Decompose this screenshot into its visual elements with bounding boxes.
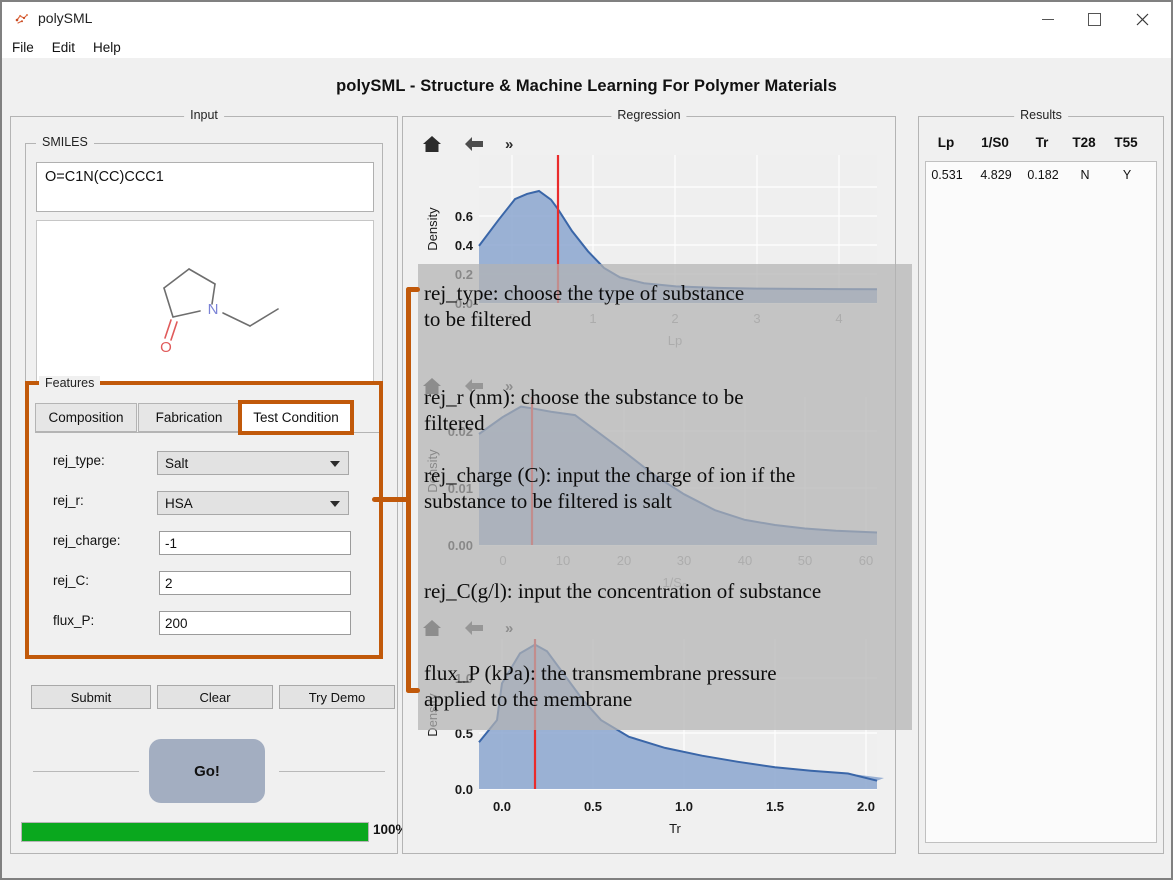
tab-fabrication[interactable]: Fabrication xyxy=(138,403,240,432)
results-panel-title: Results xyxy=(1014,108,1068,122)
flux-p-input[interactable]: 200 xyxy=(159,611,351,635)
submit-button[interactable]: Submit xyxy=(31,685,151,709)
svg-text:1.0: 1.0 xyxy=(675,799,693,814)
rej-type-value: Salt xyxy=(165,455,189,471)
svg-text:0.0: 0.0 xyxy=(455,782,473,797)
minimize-icon xyxy=(1042,18,1054,20)
svg-text:Density: Density xyxy=(425,207,440,251)
go-button[interactable]: Go! xyxy=(149,739,265,803)
tooltip-line-1: rej_type: choose the type of substance xyxy=(424,281,745,305)
cell-inv-s0: 4.829 xyxy=(980,168,1012,182)
clear-button[interactable]: Clear xyxy=(157,685,273,709)
menu-bar: File Edit Help xyxy=(2,36,1171,58)
title-bar: polySML xyxy=(2,2,1171,36)
cell-lp: 0.531 xyxy=(931,168,963,182)
field-row-rej-c: rej_C: 2 xyxy=(53,571,353,595)
rej-charge-input[interactable]: -1 xyxy=(159,531,351,555)
divider-left xyxy=(33,771,139,772)
results-header-row: Lp 1/S0 Tr T28 T55 xyxy=(919,135,1163,159)
tooltip-line-4: filtered xyxy=(424,411,485,435)
cell-t28: N xyxy=(1080,168,1090,182)
callout-bracket-vertical xyxy=(406,287,411,693)
regression-panel-title: Regression xyxy=(611,108,687,122)
callout-bracket-stem xyxy=(372,497,410,502)
field-row-rej-charge: rej_charge: -1 xyxy=(53,531,353,555)
features-group: Features Composition Fabrication Test Co… xyxy=(25,376,383,659)
svg-text:Tr: Tr xyxy=(669,821,681,836)
rej-r-label: rej_r: xyxy=(53,493,84,508)
field-row-rej-r: rej_r: HSA xyxy=(53,491,353,515)
svg-text:0.4: 0.4 xyxy=(455,238,474,253)
rej-c-input[interactable]: 2 xyxy=(159,571,351,595)
tooltip-line-2: to be filtered xyxy=(424,307,532,331)
svg-text:0.0: 0.0 xyxy=(493,799,511,814)
rej-c-label: rej_C: xyxy=(53,573,90,588)
tooltip-line-7: rej_C(g/l): input the concentration of s… xyxy=(424,579,822,603)
svg-text:N: N xyxy=(208,301,219,318)
tooltip-line-3: rej_r (nm): choose the substance to be xyxy=(424,385,744,409)
application-window: polySML File Edit Help polySML - Structu… xyxy=(0,0,1173,880)
rej-type-select[interactable]: Salt xyxy=(157,451,349,475)
close-button[interactable] xyxy=(1119,2,1165,36)
page-title: polySML - Structure & Machine Learning F… xyxy=(336,76,837,95)
results-col-lp: Lp xyxy=(937,135,955,150)
minimize-button[interactable] xyxy=(1025,2,1071,36)
tab-test-condition-highlight xyxy=(238,400,354,435)
chevron-down-icon xyxy=(330,461,340,467)
app-header: polySML - Structure & Machine Learning F… xyxy=(8,64,1165,108)
results-table: 0.531 4.829 0.182 N Y xyxy=(925,161,1157,843)
callout-bracket-top xyxy=(406,287,420,292)
tooltip-line-8: flux_P (kPa): the transmembrane pressure xyxy=(424,661,777,685)
menu-item-help[interactable]: Help xyxy=(93,40,121,55)
cell-t55: Y xyxy=(1122,168,1132,182)
divider-right xyxy=(279,771,385,772)
results-col-t55: T55 xyxy=(1114,135,1138,150)
field-row-flux-p: flux_P: 200 xyxy=(53,611,353,635)
smiles-input[interactable]: O=C1N(CC)CCC1 xyxy=(36,162,374,212)
tooltip-line-9: applied to the membrane xyxy=(424,687,633,711)
maximize-button[interactable] xyxy=(1071,2,1117,36)
rej-charge-label: rej_charge: xyxy=(53,533,121,548)
results-col-tr: Tr xyxy=(1035,135,1049,150)
callout-bracket-bottom xyxy=(406,688,420,693)
svg-text:1.5: 1.5 xyxy=(766,799,784,814)
results-col-inv-s0: 1/S0 xyxy=(981,135,1009,150)
svg-text:O: O xyxy=(160,339,172,356)
features-label: Features xyxy=(39,376,101,390)
rej-r-select[interactable]: HSA xyxy=(157,491,349,515)
tooltip-line-5: rej_charge (C): input the charge of ion … xyxy=(424,463,796,487)
svg-text:2.0: 2.0 xyxy=(857,799,875,814)
app-icon xyxy=(15,14,28,24)
progress-bar-fill xyxy=(22,823,368,841)
flux-p-label: flux_P: xyxy=(53,613,95,628)
maximize-icon xyxy=(1087,12,1101,26)
menu-item-edit[interactable]: Edit xyxy=(52,40,75,55)
features-tabs: Composition Fabrication Test Condition xyxy=(35,400,379,435)
svg-text:0.5: 0.5 xyxy=(584,799,602,814)
menu-item-file[interactable]: File xyxy=(12,40,34,55)
results-panel: Results Lp 1/S0 Tr T28 T55 0.531 4.829 0… xyxy=(918,108,1164,854)
tooltip-overlay-text: rej_type: choose the type of substance t… xyxy=(418,264,928,730)
progress-bar xyxy=(21,822,369,842)
rej-r-value: HSA xyxy=(165,495,193,511)
try-demo-button[interactable]: Try Demo xyxy=(279,685,395,709)
table-row[interactable]: 0.531 4.829 0.182 N Y xyxy=(926,168,1156,188)
chevron-down-icon xyxy=(330,501,340,507)
input-panel: Input SMILES O=C1N(CC)CCC1 N O Features … xyxy=(10,108,408,854)
molecule-structure-icon: N O xyxy=(160,268,279,356)
field-row-rej-type: rej_type: Salt xyxy=(53,451,353,475)
close-icon xyxy=(1136,13,1148,25)
results-col-t28: T28 xyxy=(1072,135,1096,150)
svg-text:0.6: 0.6 xyxy=(455,209,473,224)
input-panel-title: Input xyxy=(184,108,224,122)
window-title: polySML xyxy=(38,10,93,26)
cell-tr: 0.182 xyxy=(1027,168,1059,182)
rej-type-label: rej_type: xyxy=(53,453,105,468)
molecule-preview: N O xyxy=(36,220,374,382)
smiles-label: SMILES xyxy=(36,135,94,149)
tab-composition[interactable]: Composition xyxy=(35,403,137,432)
tooltip-line-6: substance to be filtered is salt xyxy=(424,489,672,513)
smiles-group: SMILES O=C1N(CC)CCC1 N O xyxy=(25,135,383,393)
